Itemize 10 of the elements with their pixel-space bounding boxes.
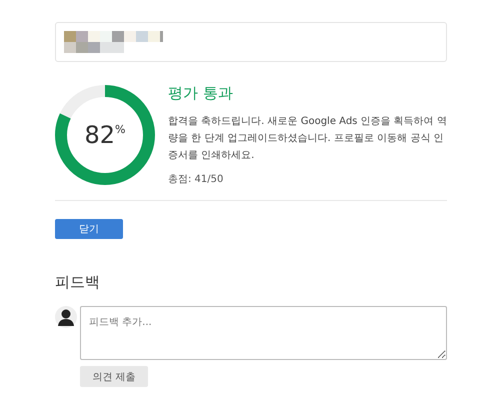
percent-sign: % <box>115 122 126 136</box>
result-title: 평가 통과 <box>168 84 234 103</box>
result-message: 합격을 축하드립니다. 새로운 Google Ads 인증을 획득하여 역량을 한 단계 업그레이드하셨습니다. 프로필로 이동해 공식 인증서를 인쇄하세요. <box>168 115 447 163</box>
feedback-field[interactable]: 피드백 추가... <box>80 306 447 360</box>
submit-button[interactable]: 의견 제출 <box>80 366 148 387</box>
avatar-icon <box>55 306 77 328</box>
score-text: 총점: 41/50 <box>168 173 224 186</box>
percent-value: 82 <box>84 121 116 149</box>
close-button[interactable]: 닫기 <box>55 219 123 239</box>
feedback-heading: 피드백 <box>55 273 101 292</box>
